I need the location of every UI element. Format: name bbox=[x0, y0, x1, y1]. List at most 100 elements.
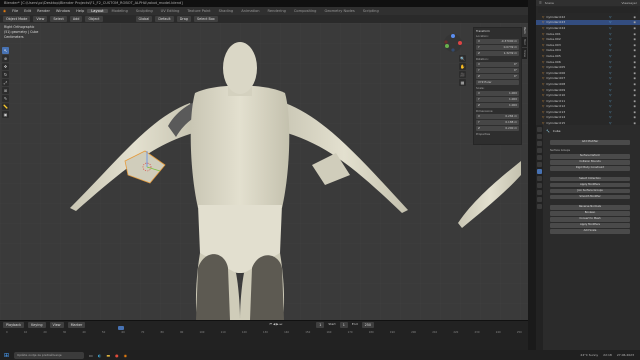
windows-start-icon[interactable]: ⊞ bbox=[4, 352, 9, 359]
tab-view[interactable]: View bbox=[522, 47, 527, 59]
playhead[interactable] bbox=[118, 326, 124, 330]
add-menu[interactable]: Add bbox=[69, 16, 83, 22]
scene-tab-icon[interactable] bbox=[537, 148, 542, 153]
dimension-x-field[interactable]: X 0.284 m bbox=[476, 114, 519, 119]
property-button[interactable]: Boolean bbox=[550, 211, 630, 216]
edge-browser-icon[interactable]: ◐ bbox=[98, 353, 102, 358]
menu-help[interactable]: Help bbox=[73, 9, 87, 13]
drag-select[interactable]: Drag bbox=[176, 16, 191, 22]
visibility-icon[interactable]: ◉ bbox=[633, 20, 636, 24]
visibility-icon[interactable]: ◉ bbox=[633, 60, 636, 64]
visibility-icon[interactable]: ◉ bbox=[633, 99, 636, 103]
tab-texture-paint[interactable]: Texture Paint bbox=[183, 9, 214, 13]
blender-logo-icon[interactable]: ◉ bbox=[0, 9, 9, 13]
panel-divider[interactable] bbox=[528, 0, 536, 350]
property-button[interactable]: Reverse Normals bbox=[550, 205, 630, 210]
grid-view-icon[interactable]: ▦ bbox=[459, 79, 466, 86]
outliner-search-input[interactable] bbox=[538, 7, 638, 13]
task-view-icon[interactable]: ▭ bbox=[89, 353, 93, 358]
keying-menu[interactable]: Keying bbox=[28, 322, 46, 328]
tab-uv-editing[interactable]: UV Editing bbox=[157, 9, 184, 13]
menu-render[interactable]: Render bbox=[34, 9, 53, 13]
visibility-icon[interactable]: ◉ bbox=[633, 82, 636, 86]
tab-rendering[interactable]: Rendering bbox=[264, 9, 290, 13]
orientation-select[interactable]: Global bbox=[135, 16, 153, 22]
location-x-field[interactable]: X -0.37000 m bbox=[476, 39, 519, 44]
timeline-view-menu[interactable]: View bbox=[49, 322, 64, 328]
start-frame-field[interactable]: 1 bbox=[339, 322, 348, 328]
end-frame-field[interactable]: 250 bbox=[361, 322, 375, 328]
visibility-icon[interactable]: ◉ bbox=[633, 48, 636, 52]
visibility-icon[interactable]: ◉ bbox=[633, 76, 636, 80]
current-frame-field[interactable]: 1 bbox=[316, 322, 325, 328]
camera-view-icon[interactable]: 🎥 bbox=[459, 71, 466, 78]
rotation-z-field[interactable]: Z 0° bbox=[476, 74, 519, 79]
property-button[interactable]: Apply Modifiers bbox=[550, 182, 630, 187]
timeline-ruler[interactable]: 0 10 20 30 40 50 60 70 80 90 100 110 120 130 140 150 160… bbox=[0, 329, 528, 336]
visibility-icon[interactable]: ◉ bbox=[633, 54, 636, 58]
scale-x-field[interactable]: X 1.000 bbox=[476, 91, 519, 96]
physics-tab-icon[interactable] bbox=[537, 183, 542, 188]
property-button[interactable]: Collision Bounds bbox=[550, 160, 630, 165]
3d-viewport[interactable]: Right Orthographic (51) geometry | Cube … bbox=[0, 23, 528, 320]
playback-menu[interactable]: Playback bbox=[3, 322, 25, 328]
particles-tab-icon[interactable] bbox=[537, 176, 542, 181]
visibility-icon[interactable]: ◉ bbox=[633, 115, 636, 119]
select-box-select[interactable]: Select Box bbox=[193, 16, 218, 22]
visibility-icon[interactable]: ◉ bbox=[633, 43, 636, 47]
zoom-icon[interactable]: 🔍 bbox=[459, 55, 466, 62]
marker-menu[interactable]: Marker bbox=[67, 322, 86, 328]
property-button[interactable]: Add Scale bbox=[550, 229, 630, 234]
property-button[interactable]: Rigid Body Constraint bbox=[550, 166, 630, 171]
property-button[interactable]: Apply Modifiers bbox=[550, 223, 630, 228]
data-tab-icon[interactable] bbox=[537, 197, 542, 202]
render-tab-icon[interactable] bbox=[537, 134, 542, 139]
file-explorer-icon[interactable]: ▬ bbox=[106, 353, 110, 358]
rotation-x-field[interactable]: X 0° bbox=[476, 62, 519, 67]
tab-tool[interactable]: Tool bbox=[522, 36, 527, 47]
play-controls-icon[interactable]: ⏮ ◀ ▶ ⏭ bbox=[269, 322, 282, 328]
property-button[interactable]: Smooth Modifier bbox=[550, 194, 630, 199]
location-y-field[interactable]: Y 0.0739 m bbox=[476, 45, 519, 50]
tool-tab-icon[interactable] bbox=[537, 127, 542, 132]
tab-compositing[interactable]: Compositing bbox=[290, 9, 321, 13]
scale-z-field[interactable]: Z 1.000 bbox=[476, 103, 519, 108]
mode-select[interactable]: Object Mode bbox=[3, 16, 31, 22]
object-menu[interactable]: Object bbox=[85, 16, 103, 22]
dimension-y-field[interactable]: Y 0.188 m bbox=[476, 120, 519, 125]
modifier-tab-icon[interactable] bbox=[537, 169, 542, 174]
material-tab-icon[interactable] bbox=[537, 204, 542, 209]
chrome-icon[interactable]: ● bbox=[115, 353, 119, 358]
visibility-icon[interactable]: ◉ bbox=[633, 88, 636, 92]
property-button[interactable]: Convert to Mesh bbox=[550, 217, 630, 222]
add-modifier-button[interactable]: Add Modifier bbox=[550, 140, 630, 145]
output-tab-icon[interactable] bbox=[537, 141, 542, 146]
menu-window[interactable]: Window bbox=[53, 9, 73, 13]
taskbar-search-input[interactable]: Upišite ovdje za pretraživanje bbox=[14, 351, 85, 359]
tab-sculpting[interactable]: Sculpting bbox=[132, 9, 157, 13]
constraints-tab-icon[interactable] bbox=[537, 190, 542, 195]
property-button[interactable]: Surface Deform bbox=[550, 154, 630, 159]
visibility-icon[interactable]: ◉ bbox=[633, 26, 636, 30]
tab-modeling[interactable]: Modeling bbox=[108, 9, 132, 13]
tab-shading[interactable]: Shading bbox=[215, 9, 238, 13]
location-z-field[interactable]: Z 1.3239 m bbox=[476, 51, 519, 56]
snap-select[interactable]: Default bbox=[155, 16, 174, 22]
visibility-icon[interactable]: ◉ bbox=[633, 104, 636, 108]
tab-geometry-nodes[interactable]: Geometry Nodes bbox=[320, 9, 358, 13]
visibility-icon[interactable]: ◉ bbox=[633, 65, 636, 69]
viewport-canvas[interactable] bbox=[0, 23, 528, 320]
tab-scripting[interactable]: Scripting bbox=[359, 9, 383, 13]
visibility-icon[interactable]: ◉ bbox=[633, 110, 636, 114]
visibility-icon[interactable]: ◉ bbox=[633, 32, 636, 36]
pan-icon[interactable]: ✋ bbox=[459, 63, 466, 70]
visibility-icon[interactable]: ◉ bbox=[633, 93, 636, 97]
select-menu[interactable]: Select bbox=[50, 16, 67, 22]
scale-y-field[interactable]: Y 1.000 bbox=[476, 97, 519, 102]
tab-animation[interactable]: Animation bbox=[237, 9, 263, 13]
property-button[interactable]: Join Surface Groups bbox=[550, 188, 630, 193]
visibility-icon[interactable]: ◉ bbox=[633, 37, 636, 41]
dimension-z-field[interactable]: Z 0.200 m bbox=[476, 126, 519, 131]
menu-edit[interactable]: Edit bbox=[21, 9, 34, 13]
rotation-mode-select[interactable]: XYZ Euler bbox=[476, 80, 519, 85]
